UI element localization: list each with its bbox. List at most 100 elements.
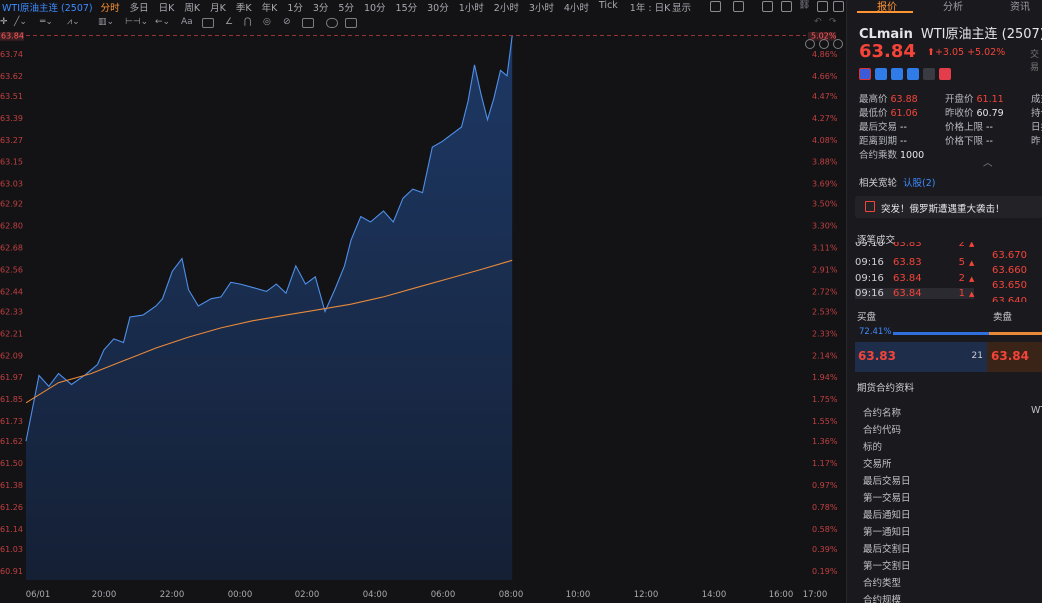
related-label: 相关宽轮 — [859, 178, 898, 189]
trade-price: 63.83 — [893, 257, 922, 268]
redo-icon[interactable]: ↷ — [829, 17, 837, 27]
tab-analysis[interactable]: 分析 — [943, 0, 963, 13]
y-pct-label: 4.47% — [812, 92, 838, 101]
timeframe-tab[interactable]: 年K — [262, 0, 278, 14]
y-tick-label: 61.62 — [0, 437, 23, 446]
x-tick-label: 02:00 — [295, 590, 320, 600]
trade-row: 09:16 63.84 1 ▲ — [855, 288, 975, 299]
trade-price: 63.84 — [893, 273, 922, 284]
zoom-out-icon[interactable] — [819, 39, 829, 49]
expand-icon[interactable] — [833, 1, 844, 12]
y-pct-label: 1.36% — [812, 437, 838, 446]
best-bid[interactable]: 63.83 21 — [855, 342, 987, 372]
trade-qty: 1 — [958, 288, 965, 299]
stat-value: -- — [986, 122, 993, 133]
timeframe-tab[interactable]: 1分 — [287, 0, 303, 14]
collapse-chevron-icon[interactable]: ︿ — [983, 155, 993, 169]
settings-icon[interactable] — [710, 1, 721, 12]
timeframe-tab[interactable]: 1小时 — [459, 0, 484, 14]
stat-row: 合约乘数 1000 — [859, 147, 924, 161]
undo-icon[interactable]: ↶ — [814, 17, 822, 27]
box-badge-icon[interactable] — [923, 68, 935, 80]
lock-icon[interactable] — [326, 18, 338, 28]
zoom-in-icon[interactable] — [833, 39, 843, 49]
stat-row: 最低价 61.06 — [859, 105, 918, 119]
timeframe-tab[interactable]: 30分 — [427, 0, 449, 14]
y-pct-label: 3.88% — [812, 158, 838, 167]
timeframe-tab[interactable]: 季K — [236, 0, 252, 14]
y-pct-label: 3.30% — [812, 222, 838, 231]
favorite-heart-icon[interactable] — [939, 68, 951, 80]
trade-qty: 2 — [958, 273, 965, 284]
x-tick-label: 10:00 — [566, 590, 591, 600]
zigzag-icon[interactable]: ⩘⌄ — [67, 17, 80, 27]
reset-icon[interactable] — [805, 39, 815, 49]
timeframe-tab[interactable]: 分时 — [101, 0, 120, 14]
timeframe-tab[interactable]: 4小时 — [564, 0, 589, 14]
best-ask[interactable]: 63.84 — [987, 342, 1042, 372]
comment-icon[interactable] — [202, 18, 214, 28]
display-menu[interactable]: 显示 — [672, 0, 691, 14]
lightning-badge-icon[interactable] — [875, 68, 887, 80]
timeframe-tab[interactable]: 3小时 — [529, 0, 554, 14]
up-tick-icon: ▲ — [969, 275, 975, 283]
stat-label: 最高价 — [859, 94, 888, 105]
arrow-icon[interactable]: ←⌄ — [155, 17, 170, 27]
timeframe-tab[interactable]: Tick — [599, 0, 618, 14]
active-tab-underline — [857, 11, 913, 13]
related-warrants-link[interactable]: 认股(2) — [903, 175, 935, 189]
horizontal-line-icon[interactable]: ═⌄ — [40, 17, 53, 27]
trendline-icon[interactable]: ╱⌄ — [14, 17, 27, 27]
chart-canvas[interactable]: 63.74 4.86% 63.62 4.66% 63.51 4.47% 63.39 4.27%… — [0, 32, 846, 603]
fib-icon[interactable]: ▥⌄ — [98, 17, 114, 27]
link-icon[interactable]: ⛓ — [798, 0, 811, 10]
trade-row: 09:16 63.84 2 ▲ — [855, 273, 974, 284]
tab-news[interactable]: 资讯 — [1010, 0, 1030, 13]
y-tick-label: 61.73 — [0, 417, 23, 426]
stat-label: 昨 — [1031, 136, 1041, 147]
timeframe-tab[interactable]: 2小时 — [494, 0, 519, 14]
stat-value: -- — [900, 122, 907, 133]
bid-label: 买盘 — [857, 312, 877, 323]
price-chart[interactable]: 63.74 4.86% 63.62 4.66% 63.51 4.47% 63.39 4.27%… — [0, 32, 846, 603]
measure-icon[interactable]: ⊢⊣⌄ — [125, 17, 148, 27]
fullscreen-icon[interactable] — [817, 1, 828, 12]
timeframe-tab[interactable]: 10分 — [364, 0, 386, 14]
y-tick-label: 63.27 — [0, 136, 23, 145]
timeframe-tab[interactable]: 周K — [184, 0, 200, 14]
template-icon[interactable] — [345, 18, 357, 28]
crosshair-icon[interactable]: ✛ — [0, 17, 8, 27]
y-pct-label: 4.27% — [812, 114, 838, 123]
hide-icon[interactable]: ⊘ — [283, 17, 291, 27]
y-tick-label: 63.39 — [0, 114, 23, 123]
options-badge-icon[interactable] — [907, 68, 919, 80]
timeframe-tab[interactable]: 3分 — [313, 0, 329, 14]
y-pct-label: 0.39% — [812, 545, 838, 554]
timeframe-tab[interactable]: 15分 — [396, 0, 418, 14]
trash-icon[interactable] — [302, 18, 314, 28]
stat-row: 最高价 63.88 — [859, 91, 918, 105]
camera-icon[interactable] — [781, 1, 792, 12]
layout-icon[interactable] — [733, 1, 744, 12]
magnet-icon[interactable]: ⋂ — [244, 17, 251, 27]
stat-value: -- — [900, 136, 907, 147]
news-headline: 突发！俄罗斯遭遇重大袭击！ — [881, 204, 1005, 215]
timeframe-tab[interactable]: 5分 — [338, 0, 354, 14]
text-tool-icon[interactable]: Aa — [181, 17, 193, 27]
chart-badge-icon[interactable] — [891, 68, 903, 80]
visibility-icon[interactable]: ◎ — [263, 17, 271, 27]
news-banner[interactable]: 突发！俄罗斯遭遇重大袭击！ — [855, 196, 1042, 218]
ruler-icon[interactable]: ∠ — [225, 17, 233, 27]
symbol-selector[interactable]: WTI原油主连 (2507) — [2, 0, 93, 14]
y-pct-label: 4.86% — [812, 50, 838, 59]
timeframe-tab[interactable]: 月K — [210, 0, 226, 14]
chart-toolbar: WTI原油主连 (2507) 分时 多日 日K 周K 月K 季K 年K 1分 3分 5分 10分 15… — [0, 0, 846, 14]
ask-label: 卖盘 — [993, 312, 1013, 323]
stat-value: 61.06 — [890, 108, 918, 119]
timeframe-tab[interactable]: 日K — [159, 0, 175, 14]
screenshot-icon[interactable] — [762, 1, 773, 12]
timeframe-tab[interactable]: 多日 — [130, 0, 149, 14]
book-price: 63.660 — [992, 265, 1027, 276]
contract-name-value: WT — [1031, 405, 1042, 416]
range-selector[interactable]: 1年 : 日K — [630, 0, 671, 14]
